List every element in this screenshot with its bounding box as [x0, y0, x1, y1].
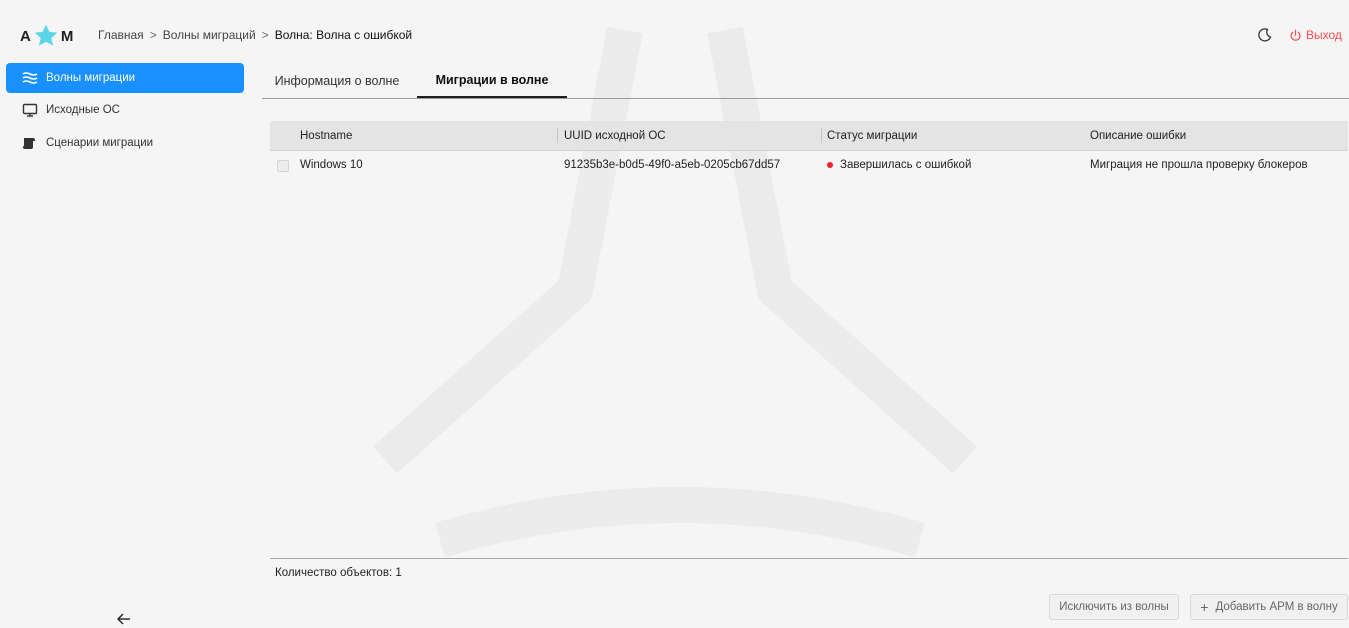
- breadcrumb-separator: >: [149, 28, 157, 42]
- plus-icon: +: [1200, 599, 1209, 615]
- cell-hostname: Windows 10: [300, 159, 363, 171]
- cell-error: Миграция не прошла проверку блокеров: [1090, 159, 1308, 171]
- cell-status: Завершилась с ошибкой: [827, 151, 971, 179]
- logo-letter-a: A: [20, 27, 31, 45]
- breadcrumb-home[interactable]: Главная: [98, 28, 144, 42]
- table-footer-divider: [270, 558, 1348, 559]
- exclude-from-wave-button[interactable]: Исключить из волны: [1049, 594, 1179, 620]
- app-logo[interactable]: A M: [20, 24, 73, 48]
- power-icon: [1290, 29, 1301, 41]
- table-header: Hostname UUID исходной ОС Статус миграци…: [270, 121, 1348, 151]
- star-icon: [34, 24, 58, 46]
- tab-migrations[interactable]: Миграции в волне: [417, 64, 567, 98]
- sidebar-item-label: Волны миграции: [46, 72, 136, 84]
- logout-button[interactable]: Выход: [1289, 28, 1342, 42]
- tab-label: Информация о волне: [274, 73, 400, 88]
- sidebar: Волны миграции Исходные ОС Сценарии мигр…: [0, 60, 250, 628]
- breadcrumb-waves[interactable]: Волны миграций: [163, 28, 256, 42]
- row-checkbox[interactable]: [277, 160, 289, 172]
- moon-icon[interactable]: [1257, 27, 1273, 43]
- logout-label: Выход: [1306, 28, 1342, 42]
- button-label: Исключить из волны: [1059, 601, 1169, 613]
- cell-uuid: 91235b3e-b0d5-49f0-a5eb-0205cb67dd57: [564, 159, 781, 171]
- column-status[interactable]: Статус миграции: [827, 121, 917, 150]
- arrow-left-icon[interactable]: [116, 612, 132, 626]
- sidebar-item-label: Исходные ОС: [46, 104, 120, 116]
- breadcrumb-separator: >: [261, 28, 269, 42]
- table-row[interactable]: Windows 10 91235b3e-b0d5-49f0-a5eb-0205c…: [270, 151, 1348, 179]
- object-count: Количество объектов: 1: [275, 567, 402, 579]
- status-error-dot: [827, 162, 833, 168]
- scroll-icon: [23, 138, 35, 149]
- breadcrumb-current: Волна: Волна с ошибкой: [274, 28, 413, 42]
- column-error[interactable]: Описание ошибки: [1090, 121, 1186, 150]
- top-header: A M Главная > Волны миграций > Волна: Во…: [0, 0, 1349, 60]
- sidebar-item-scenarios[interactable]: Сценарии миграции: [6, 128, 244, 158]
- column-hostname[interactable]: Hostname: [300, 121, 352, 150]
- sidebar-item-label: Сценарии миграции: [46, 137, 154, 149]
- button-label: Добавить АРМ в волну: [1215, 601, 1338, 613]
- monitor-icon: [22, 103, 38, 117]
- tab-label: Миграции в волне: [435, 73, 549, 87]
- waves-icon: [22, 72, 38, 84]
- breadcrumb: Главная > Волны миграций > Волна: Волна …: [98, 28, 412, 42]
- column-divider[interactable]: [557, 128, 558, 143]
- sidebar-item-waves[interactable]: Волны миграции: [6, 63, 244, 93]
- migrations-table: Hostname UUID исходной ОС Статус миграци…: [270, 121, 1348, 179]
- sidebar-item-source-os[interactable]: Исходные ОС: [6, 95, 244, 125]
- status-text: Завершилась с ошибкой: [840, 159, 972, 171]
- column-uuid[interactable]: UUID исходной ОС: [564, 121, 666, 150]
- logo-letter-m: M: [60, 27, 74, 45]
- add-workstation-button[interactable]: + Добавить АРМ в волну: [1190, 594, 1348, 620]
- column-divider[interactable]: [821, 128, 822, 143]
- wave-tabs: Информация о волне Миграции в волне: [262, 64, 1349, 99]
- tab-wave-info[interactable]: Информация о волне: [262, 64, 412, 97]
